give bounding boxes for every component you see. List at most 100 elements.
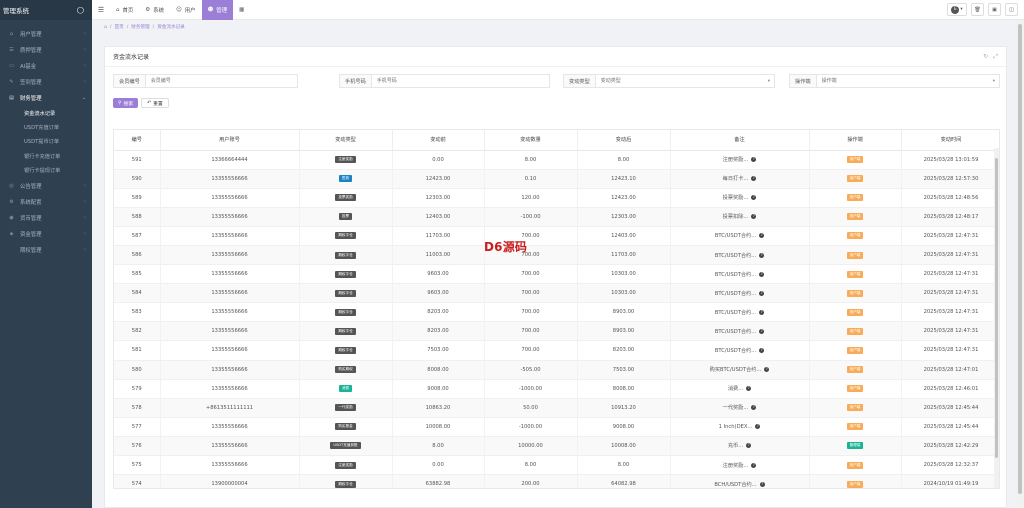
help-icon[interactable]: ? [759, 347, 765, 353]
help-icon[interactable]: ? [755, 423, 761, 429]
page-scrollbar-thumb[interactable] [1018, 24, 1022, 494]
expand-icon[interactable]: ⤢ [993, 53, 998, 61]
remark-text: BTC/USDT合约... [714, 271, 757, 278]
sidebar-item[interactable]: ◈ 资金管理 ‹ [0, 226, 92, 242]
table-row[interactable]: 577 13355556666 购买基金 10008.00 -1000.00 9008.0… [114, 417, 999, 437]
sidebar-item[interactable]: ☰ 质押管理 ‹ [0, 42, 92, 58]
top-tab[interactable]: ☻ 管理 [201, 0, 234, 20]
column-header[interactable]: 变动后 [577, 130, 671, 151]
table-row[interactable]: 574 13900000004 期权平仓 63882.98 200.00 64082.98… [114, 474, 999, 488]
column-header[interactable]: 用户账号 [160, 130, 300, 151]
page-scrollbar[interactable] [1016, 20, 1024, 508]
column-header[interactable]: 变动类型 [299, 130, 393, 151]
sidebar-item[interactable]: ◉ 货币管理 ‹ [0, 210, 92, 226]
sidebar-item[interactable]: ▤ 财务管理 ⌄ [0, 90, 92, 106]
column-header[interactable]: 备注 [670, 130, 810, 151]
fullscreen-icon[interactable]: ◫ [1005, 3, 1018, 16]
help-icon[interactable]: ? [751, 462, 757, 468]
change-type-select[interactable] [595, 75, 774, 87]
id-cell: 583 [114, 302, 161, 323]
help-icon[interactable]: ? [759, 481, 765, 487]
table-row[interactable]: 582 13355556666 期权平仓 8203.00 700.00 8903.00 BT… [114, 321, 999, 342]
phone-input[interactable] [371, 75, 549, 87]
column-header[interactable]: 变动前 [392, 130, 485, 151]
sidebar-item[interactable]: ⌂ 用户管理 ‹ [0, 26, 92, 42]
search-button[interactable]: ⚲ 搜索 [113, 98, 139, 108]
breadcrumb-item[interactable]: 资金流水记录 [157, 24, 185, 30]
table-row[interactable]: 584 13355556666 期权平仓 9603.00 700.00 10303.00 B… [114, 283, 999, 304]
sidebar-item[interactable]: ▭ AI基金 ‹ [0, 58, 92, 74]
table-row[interactable]: 589 13355556666 投票奖励 12303.00 120.00 12423.00… [114, 188, 999, 208]
bell-icon[interactable]: ◯ [77, 6, 84, 14]
table-row[interactable]: 583 13355556666 期权平仓 8203.00 700.00 8903.00 BT… [114, 302, 999, 323]
breadcrumb-item[interactable]: 财务管理 [131, 24, 149, 30]
breadcrumb-item[interactable]: 首页 [114, 24, 123, 30]
table-row[interactable]: 586 13355556666 期权平仓 11003.00 700.00 11703.00… [114, 245, 999, 266]
amount-cell: 0.10 [484, 169, 578, 189]
operator-cell: 用户端 [809, 379, 902, 399]
operator-cell: 用户端 [809, 207, 902, 227]
help-icon[interactable]: ? [759, 328, 765, 334]
help-icon[interactable]: ? [751, 405, 757, 411]
help-icon[interactable]: ? [746, 386, 752, 392]
help-icon[interactable]: ? [751, 214, 757, 220]
remark-cell: 充币...? [670, 436, 810, 457]
grid-icon[interactable]: ▦ [233, 0, 250, 20]
menu-toggle-icon[interactable]: ☰ [92, 6, 110, 14]
globe-icon: ◎ [9, 182, 14, 189]
help-icon[interactable]: ? [759, 309, 765, 315]
sidebar-subitem[interactable]: USDT充值订单 [0, 120, 92, 134]
sidebar-subitem[interactable]: 银行卡充值订单 [0, 149, 92, 163]
top-tab[interactable]: ⚙ 系统 [139, 0, 170, 20]
sidebar-subitem[interactable]: USDT提币订单 [0, 135, 92, 149]
member-no-input[interactable] [145, 75, 297, 87]
column-header[interactable]: 变动数量 [484, 130, 578, 151]
help-icon[interactable]: ? [759, 290, 765, 296]
trash-icon[interactable]: 🗑 [971, 3, 984, 16]
table-row[interactable]: 579 13355556666 消费 9008.00 -1000.00 8008.00 消费… [114, 379, 999, 399]
sidebar-subitem[interactable]: 银行卡提现订单 [0, 164, 92, 178]
help-icon[interactable]: ? [751, 157, 757, 163]
column-header[interactable]: 变动时间 [901, 130, 999, 151]
screen-icon[interactable]: ▣ [988, 3, 1001, 16]
time-cell: 2025/03/28 12:32:37 [901, 455, 999, 476]
table-row[interactable]: 578 +8613511111111 一代奖励 10863.20 50.00 10913.… [114, 398, 999, 418]
table-row[interactable]: 585 13355556666 期权平仓 9603.00 700.00 10303.00 B… [114, 264, 999, 285]
sidebar-item[interactable]: 期权管理 ‹ [0, 242, 92, 258]
table-row[interactable]: 588 13355556666 投票 12403.00 -100.00 12303.00 投… [114, 207, 999, 227]
help-icon[interactable]: ? [759, 271, 765, 277]
help-icon[interactable]: ? [759, 233, 765, 239]
scrollbar-thumb[interactable] [995, 158, 998, 458]
sidebar-item[interactable]: ⚙ 系统配置 ‹ [0, 194, 92, 210]
top-tab[interactable]: ⌂ 首页 [110, 0, 139, 20]
home-icon[interactable]: ⌂ [104, 25, 107, 30]
table-scrollbar[interactable] [994, 148, 999, 488]
column-header[interactable]: 操作端 [809, 130, 902, 151]
table-row[interactable]: 591 13366664444 注册奖励 0.00 8.00 8.00 注册奖励...? 用户… [114, 150, 999, 170]
table-row[interactable]: 576 13355556666 USDT充值到账 8.00 10000.00 10008.… [114, 436, 999, 457]
refresh-icon[interactable]: ↻ [983, 53, 988, 61]
operator-select[interactable] [816, 75, 999, 87]
help-icon[interactable]: ? [751, 195, 757, 201]
sidebar-item[interactable]: ✎ 签到管理 ‹ [0, 74, 92, 90]
help-icon[interactable]: ? [764, 367, 770, 373]
user-menu[interactable]: E ▾ [947, 3, 967, 16]
column-header[interactable]: 编号 [114, 130, 161, 151]
reset-button[interactable]: ↶ 重置 [141, 98, 169, 108]
table-row[interactable]: 580 13355556666 购买期权 8008.00 -505.00 7503.00 购… [114, 360, 999, 380]
table-row[interactable]: 575 13355556666 注册奖励 0.00 8.00 8.00 注册奖励...? 用户… [114, 455, 999, 476]
change-type-filter: 变动类型 ▾ [563, 74, 775, 88]
top-tab[interactable]: ☺ 用户 [170, 0, 202, 20]
help-icon[interactable]: ? [746, 443, 752, 449]
type-badge: 签到 [338, 175, 353, 183]
help-icon[interactable]: ? [759, 252, 765, 258]
help-icon[interactable]: ? [751, 176, 757, 182]
id-cell: 582 [114, 321, 161, 342]
sidebar-subitem[interactable]: 资金流水记录 [0, 106, 92, 120]
table-row[interactable]: 587 13355556666 期权平仓 11703.00 700.00 12403.00… [114, 226, 999, 246]
remark-text: BTC/USDT合约... [714, 233, 757, 240]
table-row[interactable]: 581 13355556666 期权平仓 7503.00 700.00 8203.00 BT… [114, 340, 999, 361]
table-row[interactable]: 590 13355556666 签到 12423.00 0.10 12423.10 每日打卡… [114, 169, 999, 189]
sidebar-item[interactable]: ◎ 公告管理 ‹ [0, 178, 92, 194]
breadcrumb-separator: / [109, 24, 112, 30]
